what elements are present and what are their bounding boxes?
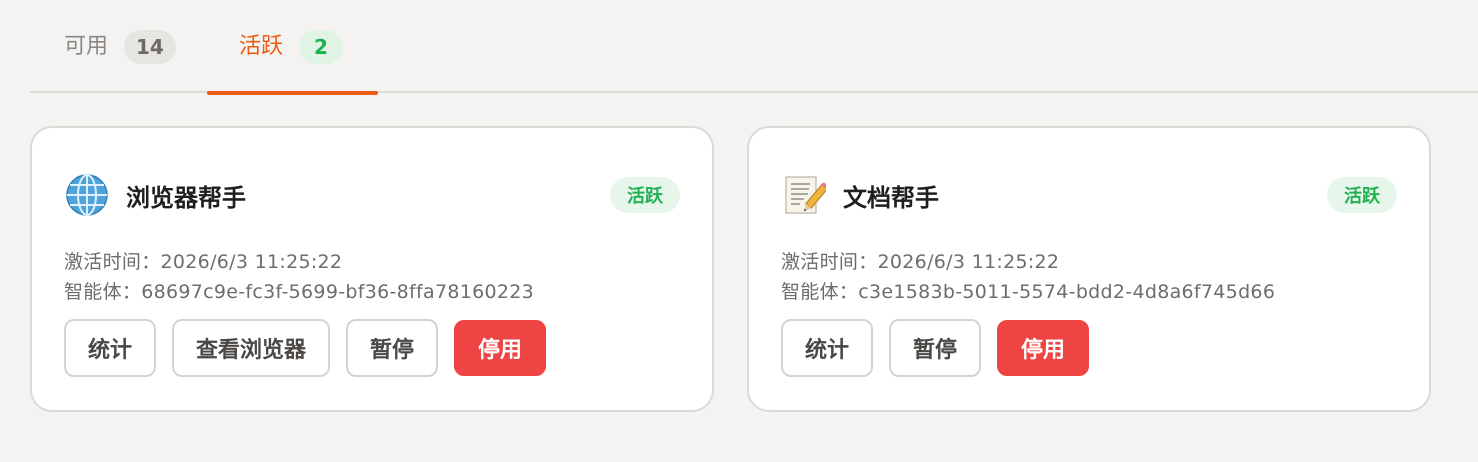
agent-id: c3e1583b-5011-5574-bdd2-4d8a6f745d66: [858, 281, 1276, 303]
globe-icon: [64, 172, 110, 218]
agent-id-label: 智能体：: [64, 281, 142, 303]
memo-icon: [781, 172, 827, 218]
agent-id-row: 智能体：68697c9e-fc3f-5699-bf36-8ffa78160223: [64, 277, 534, 307]
agent-id-label: 智能体：: [781, 281, 859, 303]
tab-active[interactable]: 活跃 2: [207, 0, 378, 95]
disable-button[interactable]: 停用: [454, 320, 547, 376]
agent-card-browser-helper: 浏览器帮手 活跃 激活时间：2026/6/3 11:25:22 智能体：6869…: [30, 126, 714, 412]
tab-available-count: 14: [124, 29, 176, 64]
tab-active-count: 2: [299, 29, 344, 64]
agent-id-row: 智能体：c3e1583b-5011-5574-bdd2-4d8a6f745d66: [781, 277, 1275, 307]
agent-id: 68697c9e-fc3f-5699-bf36-8ffa78160223: [141, 281, 535, 303]
card-actions: 统计 查看浏览器 暂停 停用: [64, 319, 547, 377]
pause-button[interactable]: 暂停: [346, 319, 439, 377]
tab-available-label: 可用: [64, 33, 109, 59]
tab-available[interactable]: 可用 14: [64, 0, 176, 93]
agent-name: 文档帮手: [843, 183, 939, 212]
tab-active-label: 活跃: [239, 33, 284, 59]
pause-button[interactable]: 暂停: [889, 319, 982, 377]
agent-meta: 激活时间：2026/6/3 11:25:22 智能体：c3e1583b-5011…: [781, 247, 1275, 307]
activated-label: 激活时间：: [781, 251, 878, 273]
stats-button[interactable]: 统计: [64, 319, 157, 377]
agent-card-doc-helper: 文档帮手 活跃 激活时间：2026/6/3 11:25:22 智能体：c3e15…: [747, 126, 1431, 412]
activated-row: 激活时间：2026/6/3 11:25:22: [781, 247, 1275, 277]
activated-time: 2026/6/3 11:25:22: [160, 251, 343, 273]
card-header: 浏览器帮手: [64, 172, 246, 218]
stats-button[interactable]: 统计: [781, 319, 874, 377]
status-badge: 活跃: [1327, 177, 1397, 213]
view-browser-button[interactable]: 查看浏览器: [172, 319, 331, 377]
tab-bar: 可用 14 活跃 2: [30, 0, 1478, 95]
agent-name: 浏览器帮手: [126, 183, 246, 212]
status-badge: 活跃: [610, 177, 680, 213]
active-tab-indicator: [207, 91, 378, 95]
activated-time: 2026/6/3 11:25:22: [877, 251, 1060, 273]
activated-label: 激活时间：: [64, 251, 161, 273]
card-actions: 统计 暂停 停用: [781, 319, 1090, 377]
agent-meta: 激活时间：2026/6/3 11:25:22 智能体：68697c9e-fc3f…: [64, 247, 534, 307]
disable-button[interactable]: 停用: [997, 320, 1090, 376]
activated-row: 激活时间：2026/6/3 11:25:22: [64, 247, 534, 277]
card-header: 文档帮手: [781, 172, 939, 218]
